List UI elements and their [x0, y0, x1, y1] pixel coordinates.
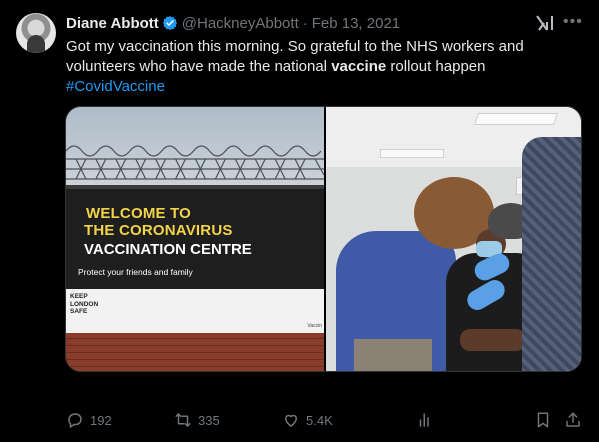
avatar[interactable]	[16, 13, 56, 53]
brick-wall	[66, 333, 324, 371]
author-handle[interactable]: @HackneyAbbott	[182, 15, 299, 32]
banner-line3: VACCINATION CENTRE	[84, 241, 252, 258]
more-icon[interactable]: •••	[563, 12, 585, 32]
ceiling-light	[474, 113, 558, 125]
keep-london-safe-text: KEEP LONDON SAFE	[70, 293, 99, 315]
tweet-date[interactable]: Feb 13, 2021	[312, 15, 400, 32]
tweet-text-bold: vaccine	[331, 58, 387, 75]
retweet-icon	[175, 413, 191, 427]
views-button[interactable]	[416, 410, 440, 430]
nurse-skirt	[354, 339, 432, 371]
retweet-count: 335	[198, 412, 220, 428]
retweet-button[interactable]: 335	[174, 410, 220, 430]
share-button[interactable]	[564, 410, 588, 430]
bookmark-button[interactable]	[534, 410, 558, 430]
like-icon	[284, 414, 298, 427]
photo-vaccination[interactable]	[326, 107, 581, 371]
separator-dot: ·	[302, 14, 308, 32]
tweet-text-part2: rollout happen	[386, 58, 486, 75]
reply-count: 192	[90, 412, 112, 428]
author-name[interactable]: Diane Abbott	[66, 15, 159, 32]
share-icon	[566, 412, 580, 427]
views-icon	[419, 413, 429, 427]
reply-icon	[68, 413, 82, 429]
tweet-media[interactable]: WELCOME TO THE CORONAVIRUS VACCINATION C…	[65, 106, 582, 372]
lower-sign: KEEP LONDON SAFE Vaccin	[66, 289, 324, 333]
tweet-header: Diane Abbott @HackneyAbbott · Feb 13, 20…	[66, 14, 400, 32]
banner-line4: Protect your friends and family	[78, 267, 193, 277]
bystander-jacket	[522, 137, 581, 371]
bookmark-icon	[537, 412, 549, 428]
sign-corner-text: Vaccin	[307, 323, 322, 329]
reply-button[interactable]: 192	[66, 410, 112, 430]
like-count: 5.4K	[306, 412, 333, 428]
ceiling-light	[380, 149, 444, 158]
photo-vaccination-sign[interactable]: WELCOME TO THE CORONAVIRUS VACCINATION C…	[66, 107, 324, 371]
tweet-actions: 192 335 5.4K	[66, 410, 586, 430]
patient-arm	[460, 329, 526, 351]
hashtag-link[interactable]: #CovidVaccine	[66, 78, 165, 95]
razor-wire	[66, 145, 324, 180]
banner-line2: THE CORONAVIRUS	[84, 222, 233, 239]
like-button[interactable]: 5.4K	[282, 410, 333, 430]
banner-line1: WELCOME TO	[86, 205, 192, 222]
tweet-text: Got my vaccination this morning. So grat…	[66, 37, 586, 97]
vaccination-banner: WELCOME TO THE CORONAVIRUS VACCINATION C…	[66, 185, 324, 289]
grok-icon[interactable]	[535, 14, 555, 32]
verified-badge-icon	[162, 16, 177, 30]
